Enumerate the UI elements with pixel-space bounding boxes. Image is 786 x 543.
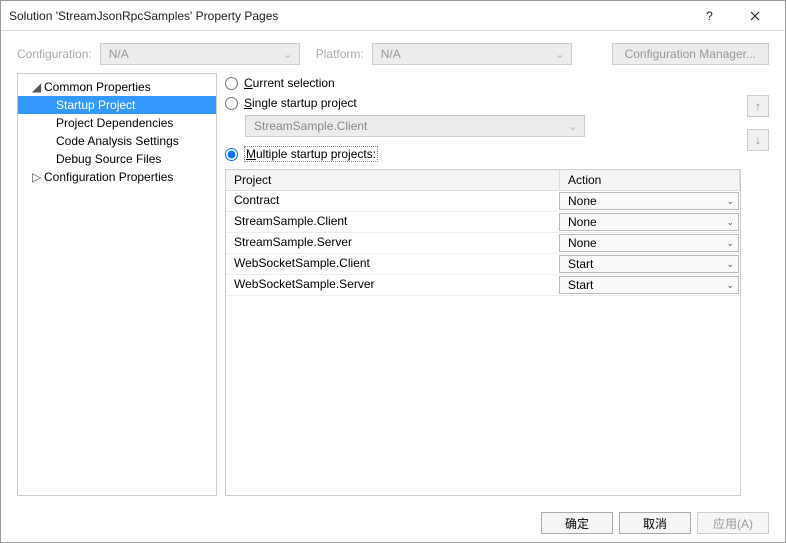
radio-multiple-input[interactable] xyxy=(225,148,238,161)
expander-closed-icon: ▷ xyxy=(32,170,44,184)
chevron-down-icon: ⌄ xyxy=(726,196,734,207)
single-startup-dropdown: StreamSample.Client⌄ xyxy=(245,115,585,137)
cell-action-dropdown[interactable]: Start⌄ xyxy=(559,255,739,273)
tree-startup-project[interactable]: Startup Project xyxy=(18,96,216,114)
radio-single-input[interactable] xyxy=(225,97,238,110)
radio-current-selection[interactable]: Current selection xyxy=(225,73,741,93)
grid-header: Project Action xyxy=(226,170,740,191)
config-toolbar: Configuration: N/A⌄ Platform: N/A⌄ Confi… xyxy=(1,31,785,73)
platform-label: Platform: xyxy=(316,47,364,61)
radio-current-label: Current selection xyxy=(244,76,335,90)
close-button[interactable] xyxy=(732,1,777,31)
radio-single-startup[interactable]: Single startup project xyxy=(225,93,741,113)
col-header-project[interactable]: Project xyxy=(226,170,560,190)
chevron-down-icon: ⌄ xyxy=(726,280,734,291)
dialog-footer: 确定 取消 应用(A) xyxy=(1,504,785,542)
ok-button[interactable]: 确定 xyxy=(541,512,613,534)
configuration-dropdown: N/A⌄ xyxy=(100,43,300,65)
move-down-button[interactable]: ↓ xyxy=(747,129,769,151)
grid-row[interactable]: Contract None⌄ xyxy=(226,191,740,212)
chevron-down-icon: ⌄ xyxy=(726,238,734,249)
move-up-button[interactable]: ↑ xyxy=(747,95,769,117)
radio-multiple-startup[interactable]: Multiple startup projects: xyxy=(225,143,741,165)
chevron-down-icon: ⌄ xyxy=(568,119,578,133)
window-title: Solution 'StreamJsonRpcSamples' Property… xyxy=(9,9,687,23)
tree-configuration-properties[interactable]: ▷Configuration Properties xyxy=(18,168,216,186)
radio-current-input[interactable] xyxy=(225,77,238,90)
reorder-buttons: ↑ ↓ xyxy=(747,73,769,496)
help-button[interactable]: ? xyxy=(687,1,732,31)
apply-button: 应用(A) xyxy=(697,512,769,534)
projects-grid: Project Action Contract None⌄ StreamSamp… xyxy=(225,169,741,496)
grid-row[interactable]: StreamSample.Client None⌄ xyxy=(226,212,740,233)
chevron-down-icon: ⌄ xyxy=(283,47,293,61)
chevron-down-icon: ⌄ xyxy=(726,259,734,270)
configuration-manager-button: Configuration Manager... xyxy=(612,43,769,65)
cell-project: StreamSample.Server xyxy=(226,233,558,253)
tree-code-analysis[interactable]: Code Analysis Settings xyxy=(18,132,216,150)
cell-action-dropdown[interactable]: None⌄ xyxy=(559,192,739,210)
radio-multiple-label: Multiple startup projects: xyxy=(244,146,378,162)
platform-dropdown: N/A⌄ xyxy=(372,43,572,65)
chevron-down-icon: ⌄ xyxy=(726,217,734,228)
cancel-button[interactable]: 取消 xyxy=(619,512,691,534)
cell-action-dropdown[interactable]: None⌄ xyxy=(559,234,739,252)
expander-open-icon: ◢ xyxy=(32,80,44,94)
arrow-up-icon: ↑ xyxy=(755,99,761,113)
startup-options: Current selection Single startup project… xyxy=(225,73,741,496)
tree-common-properties[interactable]: ◢Common Properties xyxy=(18,78,216,96)
cell-project: WebSocketSample.Server xyxy=(226,275,558,295)
tree-debug-source-files[interactable]: Debug Source Files xyxy=(18,150,216,168)
col-header-action[interactable]: Action xyxy=(560,170,740,190)
radio-single-label: Single startup project xyxy=(244,96,357,110)
grid-row[interactable]: WebSocketSample.Server Start⌄ xyxy=(226,275,740,296)
arrow-down-icon: ↓ xyxy=(755,133,761,147)
nav-tree[interactable]: ◢Common Properties Startup Project Proje… xyxy=(17,73,217,496)
tree-project-dependencies[interactable]: Project Dependencies xyxy=(18,114,216,132)
configuration-label: Configuration: xyxy=(17,47,92,61)
grid-row[interactable]: WebSocketSample.Client Start⌄ xyxy=(226,254,740,275)
close-icon xyxy=(750,11,760,21)
grid-row[interactable]: StreamSample.Server None⌄ xyxy=(226,233,740,254)
cell-project: StreamSample.Client xyxy=(226,212,558,232)
cell-action-dropdown[interactable]: None⌄ xyxy=(559,213,739,231)
chevron-down-icon: ⌄ xyxy=(555,47,565,61)
cell-action-dropdown[interactable]: Start⌄ xyxy=(559,276,739,294)
cell-project: Contract xyxy=(226,191,558,211)
cell-project: WebSocketSample.Client xyxy=(226,254,558,274)
titlebar: Solution 'StreamJsonRpcSamples' Property… xyxy=(1,1,785,31)
